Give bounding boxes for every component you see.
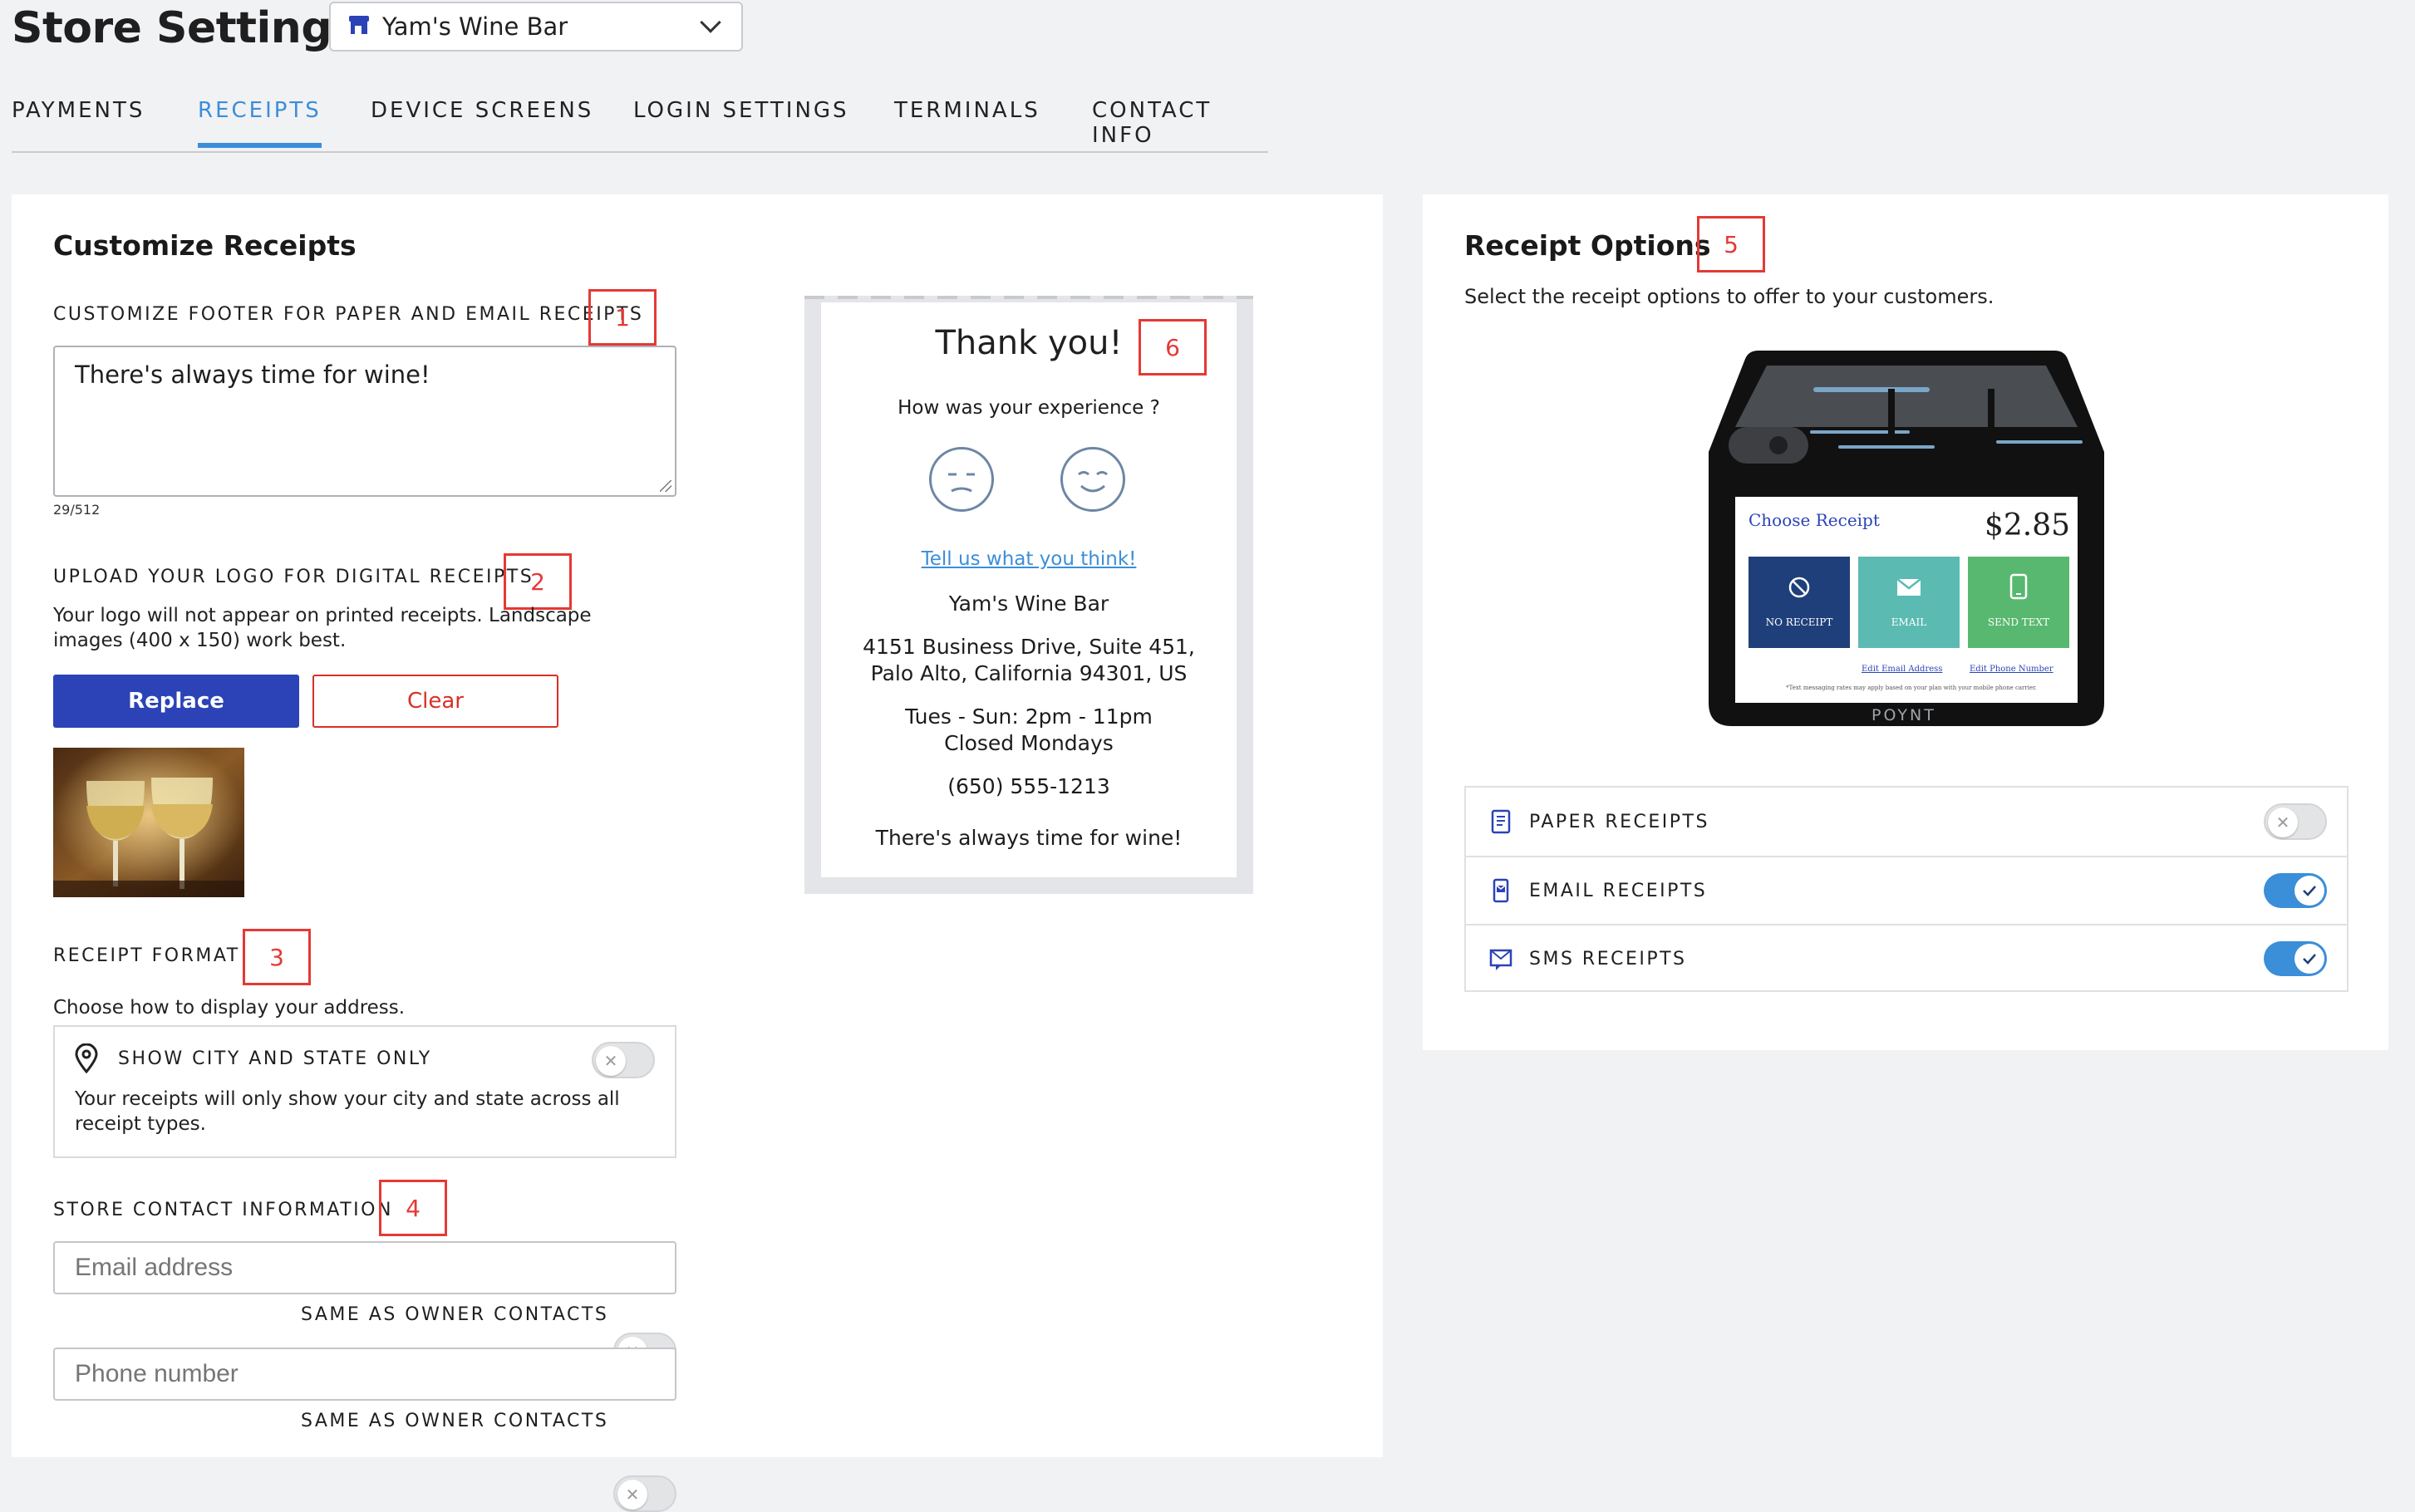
- customize-receipts-title: Customize Receipts: [53, 229, 357, 262]
- preview-footer: There's always time for wine!: [875, 826, 1183, 850]
- terminal-disclaimer: *Text messaging rates may apply based on…: [1786, 685, 2037, 691]
- annotation-marker-6: 6: [1139, 319, 1207, 376]
- toggle-off-icon: ✕: [2275, 812, 2290, 832]
- receipt-options-list: PAPER RECEIPTS ✕ EMAIL RECEIPTS SMS RECE…: [1464, 786, 2349, 992]
- terminal-send-text-tile: SEND TEXT: [1968, 557, 2069, 648]
- sms-receipt-icon: [1489, 949, 1512, 970]
- no-receipt-icon: [1788, 577, 1810, 598]
- send-text-label: SEND TEXT: [1987, 616, 2050, 628]
- terminal-choose-receipt: Choose Receipt: [1749, 510, 1880, 530]
- replace-logo-button[interactable]: Replace: [53, 675, 299, 728]
- annotation-marker-1: 1: [588, 289, 657, 346]
- paper-receipts-toggle[interactable]: ✕: [2264, 803, 2327, 840]
- terminal-no-receipt-tile: NO RECEIPT: [1749, 557, 1850, 648]
- envelope-icon: [1896, 578, 1921, 596]
- checkmark-icon: [2303, 886, 2316, 896]
- receipt-options-title: Receipt Options: [1464, 229, 1711, 262]
- email-receipt-icon: [1493, 878, 1509, 903]
- page-title: Store Settings: [12, 3, 357, 53]
- annotation-marker-5: 5: [1697, 216, 1765, 272]
- terminal-amount: $2.85: [1985, 508, 2071, 542]
- receipt-format-label: RECEIPT FORMAT: [53, 945, 240, 966]
- preview-address-line1: 4151 Business Drive, Suite 451,: [863, 635, 1195, 659]
- tab-receipts[interactable]: RECEIPTS: [198, 98, 322, 148]
- toggle-off-icon: ✕: [603, 1051, 618, 1071]
- sms-receipts-label: SMS RECEIPTS: [1529, 948, 1687, 970]
- paper-receipts-label: PAPER RECEIPTS: [1529, 811, 1709, 832]
- logo-help-text: Your logo will not appear on printed rec…: [53, 605, 592, 651]
- feedback-link[interactable]: Tell us what you think!: [821, 548, 1237, 570]
- store-icon: [347, 14, 371, 39]
- city-state-help: Your receipts will only show your city a…: [75, 1088, 620, 1135]
- footer-text: There's always time for wine!: [75, 361, 430, 389]
- annotation-marker-3: 3: [243, 929, 311, 985]
- contact-info-label: STORE CONTACT INFORMATION: [53, 1200, 393, 1220]
- sms-receipts-row: SMS RECEIPTS: [1466, 924, 2347, 992]
- paper-receipts-row: PAPER RECEIPTS ✕: [1466, 788, 2347, 856]
- clear-logo-button[interactable]: Clear: [312, 675, 558, 728]
- city-state-label: SHOW CITY AND STATE ONLY: [118, 1048, 432, 1069]
- paper-receipt-icon: [1491, 809, 1511, 834]
- footer-textarea[interactable]: There's always time for wine!: [53, 346, 676, 497]
- footer-label: CUSTOMIZE FOOTER FOR PAPER AND EMAIL REC…: [53, 304, 644, 325]
- city-state-toggle[interactable]: ✕: [592, 1042, 655, 1078]
- email-receipts-label: EMAIL RECEIPTS: [1529, 880, 1708, 901]
- phone-icon: [2009, 573, 2028, 600]
- same-as-owner-email-label: SAME AS OWNER CONTACTS: [301, 1304, 609, 1325]
- preview-hours-line1: Tues - Sun: 2pm - 11pm: [905, 704, 1153, 729]
- sms-receipts-toggle[interactable]: [2264, 941, 2327, 976]
- email-receipts-row: EMAIL RECEIPTS: [1466, 856, 2347, 924]
- email-tile-label: EMAIL: [1891, 616, 1927, 628]
- preview-address-line2: Palo Alto, California 94301, US: [870, 661, 1188, 685]
- email-field[interactable]: [53, 1241, 676, 1294]
- location-pin-icon: [73, 1043, 100, 1077]
- terminal-edit-phone: Edit Phone Number: [1970, 665, 2053, 674]
- annotation-marker-4: 4: [379, 1180, 447, 1236]
- terminal-edit-email: Edit Email Address: [1862, 665, 1943, 674]
- store-selector[interactable]: Yam's Wine Bar: [329, 2, 743, 52]
- char-counter: 29/512: [53, 502, 101, 518]
- phone-field[interactable]: [53, 1348, 676, 1401]
- tab-payments[interactable]: PAYMENTS: [12, 98, 145, 143]
- preview-hours-line2: Closed Mondays: [944, 731, 1114, 755]
- logo-label: UPLOAD YOUR LOGO FOR DIGITAL RECEIPTS: [53, 567, 534, 587]
- email-receipts-toggle[interactable]: [2264, 873, 2327, 908]
- terminal-brand: POYNT: [1872, 706, 1936, 724]
- store-selector-value: Yam's Wine Bar: [382, 12, 568, 41]
- same-as-owner-phone-toggle[interactable]: ✕: [613, 1475, 676, 1512]
- experience-question: How was your experience ?: [898, 397, 1160, 419]
- no-receipt-label: NO RECEIPT: [1765, 616, 1833, 628]
- terminal-email-tile: EMAIL: [1858, 557, 1960, 648]
- receipt-format-help: Choose how to display your address.: [53, 997, 406, 1019]
- checkmark-icon: [2303, 954, 2316, 965]
- resize-handle-icon[interactable]: [660, 480, 671, 492]
- happy-face-icon[interactable]: [1060, 447, 1125, 512]
- preview-phone: (650) 555-1213: [947, 774, 1110, 798]
- tab-login-settings[interactable]: LOGIN SETTINGS: [633, 98, 849, 143]
- annotation-marker-2: 2: [504, 553, 572, 610]
- chevron-down-icon: [700, 12, 721, 33]
- tab-contact-info[interactable]: CONTACT INFO: [1092, 98, 1268, 168]
- tab-device-screens[interactable]: DEVICE SCREENS: [371, 98, 593, 143]
- same-as-owner-phone-label: SAME AS OWNER CONTACTS: [301, 1411, 609, 1431]
- receipt-options-subtitle: Select the receipt options to offer to y…: [1464, 285, 1994, 308]
- settings-tabs: PAYMENTS RECEIPTS DEVICE SCREENS LOGIN S…: [12, 80, 1268, 153]
- preview-store-name: Yam's Wine Bar: [948, 592, 1109, 616]
- receipt-tear-edge: [804, 296, 1253, 299]
- tab-terminals[interactable]: TERMINALS: [894, 98, 1040, 143]
- sad-face-icon[interactable]: [929, 447, 994, 512]
- logo-thumbnail: [53, 748, 244, 897]
- toggle-off-icon: ✕: [625, 1485, 640, 1505]
